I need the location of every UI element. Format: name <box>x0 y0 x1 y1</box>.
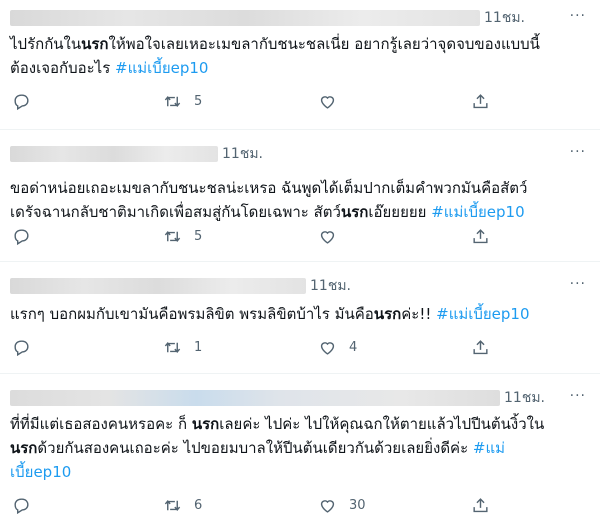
reply-icon <box>14 229 29 246</box>
tweet[interactable]: 11ชม. ··· แรกๆ บอกผมกับเขามันคือพรมลิขิต… <box>0 262 600 373</box>
more-options-icon[interactable]: ··· <box>570 8 586 24</box>
tweet-actions: 1 4 <box>0 338 600 362</box>
retweet-button[interactable]: 1 <box>163 338 202 357</box>
hashtag-link[interactable]: #แม่เบี้ยep10 <box>115 59 208 77</box>
blurred-author-name <box>10 10 480 26</box>
highlighted-word: นรก <box>373 305 402 323</box>
tweet-timestamp[interactable]: 11ชม. <box>484 7 525 29</box>
like-button[interactable]: 4 <box>318 338 357 357</box>
like-button[interactable]: 30 <box>318 496 366 515</box>
heart-icon <box>320 96 335 109</box>
tweet-actions: 6 30 <box>0 496 600 520</box>
heart-icon <box>320 500 335 513</box>
text-segment: เลยค่ะ ไปค่ะ ไปให้คุณฉกให้ตายแล้วไปปีนต้… <box>219 415 545 433</box>
tweet-text: แรกๆ บอกผมกับเขามันคือพรมลิขิต พรมลิขิตบ… <box>10 302 588 326</box>
share-icon <box>473 229 488 244</box>
share-button[interactable] <box>471 338 490 357</box>
highlighted-word: นรก <box>191 415 220 433</box>
tweet-text: ขอด่าหน่อยเถอะเมขลากับชนะชลน่ะเหรอ ฉันพู… <box>10 176 588 224</box>
tweet-header: 11ชม. <box>10 276 586 296</box>
hashtag-link[interactable]: #แม่เบี้ยep10 <box>431 203 524 221</box>
retweet-icon <box>164 231 181 242</box>
retweet-button[interactable]: 5 <box>163 227 202 246</box>
tweet-actions: 5 <box>0 92 600 116</box>
share-icon <box>473 498 488 513</box>
hashtag-link[interactable]: #แม่เบี้ยep10 <box>436 305 529 323</box>
retweet-button[interactable]: 5 <box>163 92 202 111</box>
blurred-author-name <box>10 146 218 162</box>
share-button[interactable] <box>471 92 490 111</box>
tweet-timestamp[interactable]: 11ชม. <box>310 275 351 297</box>
hashtag-link-continued[interactable]: เบี้ยep10 <box>10 463 71 481</box>
text-segment: แรกๆ บอกผมกับเขามันคือพรมลิขิต พรมลิขิตบ… <box>10 305 374 323</box>
retweet-count: 5 <box>194 229 203 244</box>
text-segment: ขอด่าหน่อยเถอะเมขลากับชนะชลน่ะเหรอ ฉันพู… <box>10 179 528 197</box>
share-button[interactable] <box>471 496 490 515</box>
more-options-icon[interactable]: ··· <box>570 276 586 292</box>
share-icon <box>473 340 488 355</box>
tweet-timestamp[interactable]: 11ชม. <box>222 143 263 165</box>
reply-icon <box>14 340 29 357</box>
like-count: 30 <box>349 498 366 513</box>
text-segment: เดรัจฉานกลับชาติมาเกิดเพื่อสมสู่กันโดยเฉ… <box>10 203 341 221</box>
retweet-icon <box>164 500 181 511</box>
text-segment: เอ๊ยยยยย <box>368 203 432 221</box>
tweet-header: 11ชม. <box>10 388 586 408</box>
like-button[interactable] <box>318 92 337 111</box>
tweet-text: ที่ที่มีแต่เธอสองคนหรอคะ ก็ นรกเลยค่ะ ไป… <box>10 412 588 484</box>
tweet[interactable]: 11ชม. ··· ที่ที่มีแต่เธอสองคนหรอคะ ก็ นร… <box>0 374 600 524</box>
retweet-button[interactable]: 6 <box>163 496 202 515</box>
retweet-icon <box>164 96 181 107</box>
highlighted-word: นรก <box>81 35 109 53</box>
highlighted-word: นรก <box>340 203 369 221</box>
share-icon <box>473 94 488 109</box>
more-options-icon[interactable]: ··· <box>570 388 586 404</box>
share-button[interactable] <box>471 227 490 246</box>
retweet-count: 5 <box>194 94 203 109</box>
text-segment: ด้วยกันสองคนเถอะค่ะ ไปขอยมบาลให้ปีนต้นเด… <box>37 439 473 457</box>
like-button[interactable] <box>318 227 337 246</box>
retweet-count: 6 <box>194 498 203 513</box>
tweet[interactable]: 11ชม. ··· ขอด่าหน่อยเถอะเมขลากับชนะชลน่ะ… <box>0 130 600 261</box>
reply-button[interactable] <box>12 92 31 111</box>
text-segment: ต้องเจอกับอะไร <box>10 59 116 77</box>
tweet-timestamp[interactable]: 11ชม. <box>504 387 545 409</box>
heart-icon <box>320 342 335 355</box>
reply-button[interactable] <box>12 227 31 246</box>
hashtag-link[interactable]: #แม่ <box>473 439 505 457</box>
text-segment: ไปรักกันใน <box>10 35 82 53</box>
retweet-icon <box>164 342 181 353</box>
tweet-text: ไปรักกันในนรกให้พอใจเลยเหอะเมขลากับชนะชล… <box>10 32 588 80</box>
blurred-author-name <box>10 278 306 294</box>
tweet[interactable]: 11ชม. ··· ไปรักกันในนรกให้พอใจเลยเหอะเมข… <box>0 0 600 129</box>
like-count: 4 <box>349 340 358 355</box>
reply-icon <box>14 94 29 111</box>
reply-button[interactable] <box>12 496 31 515</box>
highlighted-word: นรก <box>10 439 38 457</box>
tweet-header: 11ชม. <box>10 8 586 28</box>
more-options-icon[interactable]: ··· <box>570 144 586 160</box>
retweet-count: 1 <box>194 340 203 355</box>
text-segment: ให้พอใจเลยเหอะเมขลากับชนะชลเนี่ย อยากรู้… <box>108 35 540 53</box>
text-segment: ค่ะ!! <box>401 305 437 323</box>
reply-button[interactable] <box>12 338 31 357</box>
heart-icon <box>320 231 335 244</box>
blurred-author-name <box>10 390 500 406</box>
tweet-header: 11ชม. <box>10 144 586 164</box>
text-segment: ที่ที่มีแต่เธอสองคนหรอคะ ก็ <box>10 415 192 433</box>
tweet-actions: 5 <box>0 227 600 251</box>
reply-icon <box>14 498 29 515</box>
